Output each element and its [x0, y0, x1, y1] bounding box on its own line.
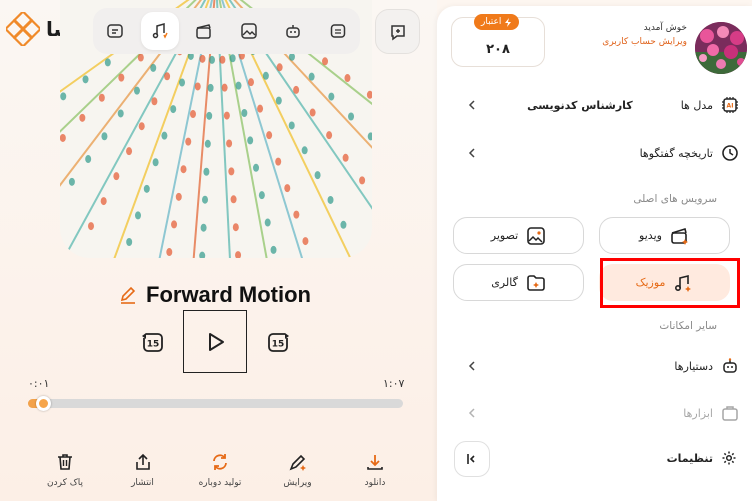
toolbar-video-button[interactable]: [185, 12, 223, 50]
folder-icon: [527, 274, 545, 291]
models-value: کارشناس کدنویسی: [527, 98, 633, 112]
assistants-row-content: دستیارها: [674, 357, 739, 375]
video-service-button[interactable]: ویدیو: [599, 217, 730, 254]
credit-badge: اعتبار: [474, 14, 520, 30]
welcome-text: خوش آمدید: [643, 23, 687, 33]
welcome-block: خوش آمدید ویرایش حساب کاربری: [602, 23, 687, 47]
music-service-highlight: [600, 258, 740, 308]
image-icon: [527, 226, 546, 245]
trash-icon: [58, 454, 72, 470]
chevron-left-icon: [467, 100, 477, 110]
ai-chip-icon: AI: [722, 97, 738, 113]
collapse-panel-button[interactable]: [454, 441, 490, 477]
history-label: تاریخچه گفتگوها: [639, 146, 713, 160]
models-row[interactable]: AI مدل ها کارشناس کدنویسی: [467, 90, 739, 120]
current-time: ۰:۰۱: [28, 377, 50, 390]
assistants-label: دستیارها: [674, 359, 713, 373]
delete-label: پاک کردن: [46, 478, 84, 488]
song-title: Forward Motion: [146, 282, 311, 307]
regenerate-label: تولید دوباره: [198, 478, 242, 488]
chat-plus-icon: [390, 24, 405, 40]
tools-row[interactable]: ابزارها: [467, 398, 739, 428]
robot-icon: [286, 25, 300, 38]
settings-row[interactable]: تنظیمات: [657, 443, 737, 473]
file-icon: [330, 24, 345, 38]
logo-mark-icon: [6, 12, 40, 46]
total-time: ۱:۰۷: [383, 377, 405, 390]
panel-collapse-icon: [467, 454, 475, 464]
new-chat-button[interactable]: [375, 9, 420, 54]
svg-text:AI: AI: [727, 103, 734, 110]
download-button[interactable]: دانلود: [340, 452, 410, 488]
share-button[interactable]: انتشار: [108, 452, 178, 488]
robot-icon: [723, 358, 737, 373]
video-icon: [196, 24, 211, 39]
play-icon: [209, 332, 224, 351]
video-icon: [671, 227, 688, 245]
tools-row-content: ابزارها: [683, 404, 739, 422]
history-row[interactable]: تاریخچه گفتگوها: [467, 138, 739, 168]
play-button[interactable]: [183, 310, 247, 373]
credit-label: اعتبار: [481, 17, 502, 27]
main-services-title: سرویس های اصلی: [633, 193, 717, 205]
regenerate-button[interactable]: تولید دوباره: [185, 452, 255, 488]
toolbar-robot-button[interactable]: [274, 12, 312, 50]
chevron-left-icon: [467, 148, 477, 158]
share-icon: [135, 453, 150, 470]
edit-pen-icon[interactable]: [118, 285, 138, 305]
skip-forward-button[interactable]: 15: [265, 329, 291, 355]
chevron-left-icon: [467, 408, 477, 418]
progress-bar[interactable]: [28, 396, 403, 411]
assistants-row[interactable]: دستیارها: [467, 351, 739, 381]
download-label: دانلود: [364, 478, 386, 488]
image-label: تصویر: [490, 229, 519, 242]
download-icon: [367, 455, 383, 470]
settings-row-content: تنظیمات: [667, 450, 737, 466]
avatar-flowers-image: [695, 22, 747, 74]
history-row-content: تاریخچه گفتگوها: [640, 144, 739, 162]
toolbar-music-button[interactable]: [140, 12, 179, 50]
skip-back-15-icon: 15: [142, 333, 163, 352]
gear-icon: [722, 451, 736, 465]
chat-icon: [107, 24, 123, 38]
skip-forward-15-icon: 15: [268, 333, 289, 352]
toolbar-chat-button[interactable]: [96, 12, 134, 50]
magic-pen-icon: [289, 454, 306, 471]
toolbar-file-button[interactable]: [319, 12, 357, 50]
action-bar: پاک کردن انتشار تولید دوباره ویرایش دانل…: [30, 452, 410, 488]
skip-back-button[interactable]: 15: [140, 329, 166, 355]
models-row-content: AI مدل ها کارشناس کدنویسی: [527, 96, 739, 114]
credit-value: ۲۰۸: [486, 42, 510, 57]
credit-card[interactable]: اعتبار ۲۰۸: [451, 14, 545, 67]
music-icon: [152, 23, 168, 39]
clock-icon: [722, 145, 738, 161]
other-features-title: سایر امکانات: [659, 320, 717, 332]
models-label: مدل ها: [680, 98, 713, 112]
svg-text:15: 15: [147, 340, 160, 350]
svg-text:15: 15: [272, 340, 285, 350]
avatar[interactable]: [695, 22, 747, 74]
gallery-label: گالری: [491, 276, 518, 289]
chevron-left-icon: [467, 361, 477, 371]
settings-label: تنظیمات: [666, 451, 713, 465]
toolbar-image-button[interactable]: [230, 12, 268, 50]
edit-button[interactable]: ویرایش: [263, 452, 333, 488]
video-label: ویدیو: [639, 229, 662, 242]
gallery-service-button[interactable]: گالری: [453, 264, 584, 301]
lightning-icon: [505, 17, 512, 27]
toolbox-icon: [722, 406, 738, 421]
tools-label: ابزارها: [683, 406, 713, 420]
edit-profile-link[interactable]: ویرایش حساب کاربری: [602, 37, 687, 47]
side-panel: اعتبار ۲۰۸ خوش آمدید ویرایش حساب کاربری …: [437, 6, 752, 501]
image-service-button[interactable]: تصویر: [453, 217, 584, 254]
service-toolbar: [93, 8, 360, 54]
refresh-icon: [213, 454, 227, 470]
image-icon: [241, 23, 257, 39]
song-title-row: Forward Motion: [118, 282, 311, 308]
progress-knob[interactable]: [35, 396, 51, 411]
edit-label: ویرایش: [283, 478, 312, 488]
share-label: انتشار: [131, 478, 154, 488]
delete-button[interactable]: پاک کردن: [30, 452, 100, 488]
